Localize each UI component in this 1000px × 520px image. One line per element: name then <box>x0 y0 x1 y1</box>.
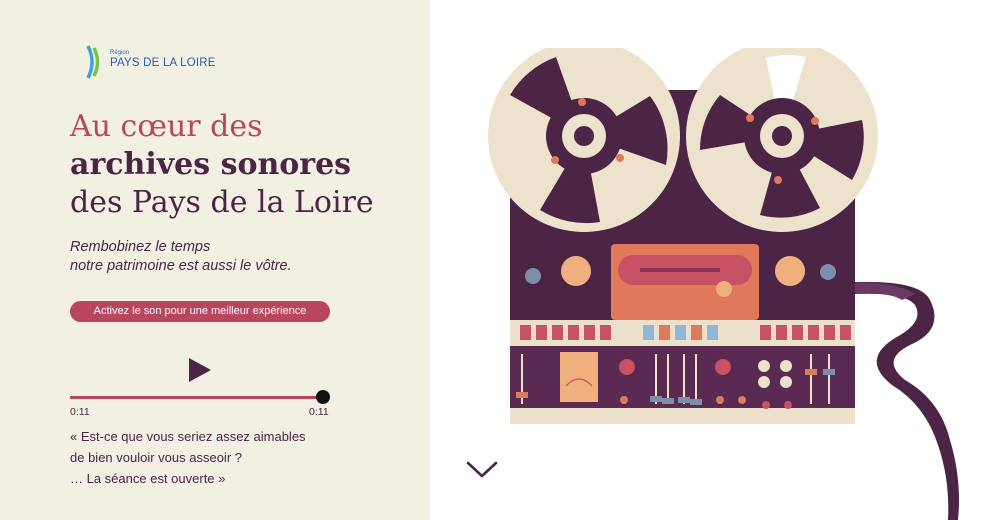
subtitle: Rembobinez le temps notre patrimoine est… <box>70 238 292 276</box>
logo-mark-icon <box>86 45 100 79</box>
audio-progress-fill <box>70 396 323 399</box>
audio-progress-bar[interactable] <box>70 396 323 399</box>
left-reel <box>488 48 680 232</box>
duration-time: 0:11 <box>309 406 329 418</box>
enable-sound-button[interactable]: Activez le son pour une meilleur expérie… <box>70 301 330 322</box>
subtitle-line-2: notre patrimoine est aussi le vôtre. <box>70 258 292 274</box>
title-line-2: archives sonores <box>70 147 352 182</box>
reel-to-reel-tape-recorder-icon <box>488 48 959 520</box>
title-line-3: des Pays de la Loire <box>70 185 374 220</box>
title-line-1: Au cœur des <box>70 109 263 144</box>
logo-region-label: Région <box>110 50 130 56</box>
quote-line-2: de bien vouloir vous asseoir ? <box>70 450 242 465</box>
play-icon[interactable] <box>187 357 213 383</box>
current-time: 0:11 <box>70 406 90 418</box>
audio-progress-handle[interactable] <box>316 390 330 404</box>
right-reel <box>686 48 878 232</box>
page-title: Au cœur des archives sonores des Pays de… <box>70 108 374 222</box>
region-logo[interactable]: Région PAYS DE LA LOIRE <box>86 44 236 80</box>
left-panel: Région PAYS DE LA LOIRE Au cœur des arch… <box>0 0 430 520</box>
quote-line-1: « Est-ce que vous seriez assez aimables <box>70 429 306 444</box>
subtitle-line-1: Rembobinez le temps <box>70 239 211 255</box>
quote-line-3: … La séance est ouverte » <box>70 471 226 486</box>
audio-quote: « Est-ce que vous seriez assez aimables … <box>70 426 306 489</box>
transport-buttons <box>520 325 851 340</box>
logo-name: PAYS DE LA LOIRE <box>110 57 216 69</box>
